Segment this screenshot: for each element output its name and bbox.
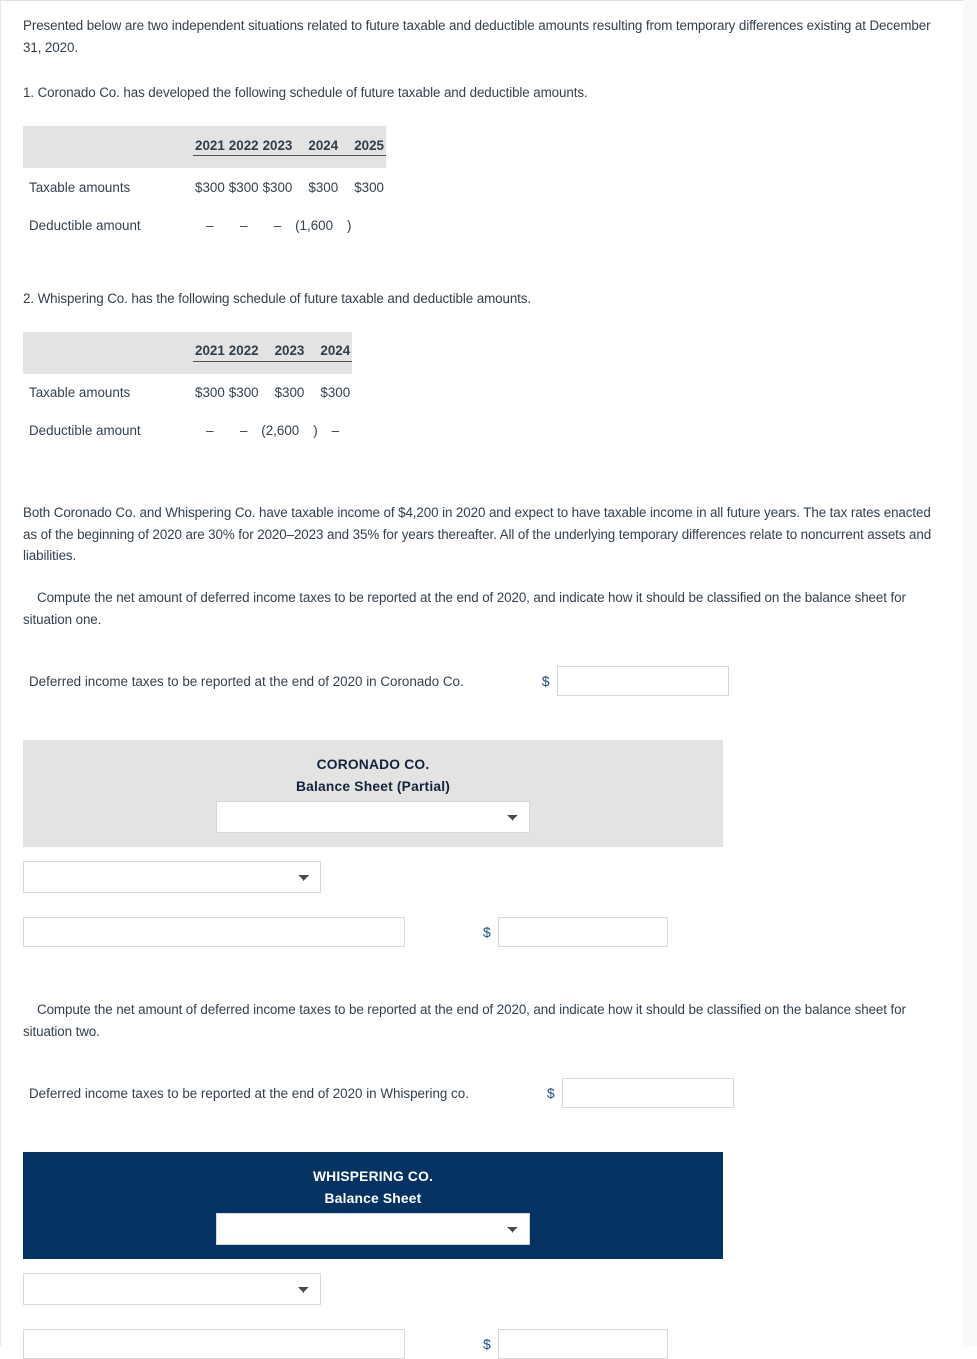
whispering-title-select[interactable]	[216, 1213, 530, 1246]
parenthetical-amount: (2,600 )	[261, 423, 319, 438]
row-label: Taxable amounts	[29, 179, 131, 195]
coronado-line-item-row: $	[23, 917, 941, 948]
whispering-line-item-amount-input[interactable]	[497, 1329, 668, 1359]
coronado-deferred-amount-input[interactable]	[556, 666, 729, 697]
header-year-2021: 2021	[193, 332, 227, 374]
cell-2022: –	[239, 423, 248, 439]
close-paren: )	[313, 423, 318, 439]
intro-paragraph: Presented below are two independent situ…	[23, 18, 931, 55]
whispering-deferred-label: Deferred income taxes to be reported at …	[29, 1085, 469, 1101]
coronado-balance-sheet-header: CORONADO CO. Balance Sheet (Partial)	[23, 740, 723, 848]
cell-2021: $300	[195, 179, 225, 195]
header-year-2021: 2021	[193, 126, 227, 168]
table-header: 2021 2022 2023 2024	[23, 331, 353, 374]
cell-2023: $300	[262, 179, 293, 195]
coronado-line-item-amount-input[interactable]	[497, 917, 668, 948]
row-label: Deductible amount	[29, 217, 141, 233]
amount-text: (1,600	[295, 217, 334, 233]
requirement-one-instruction: Compute the net amount of deferred incom…	[23, 589, 906, 627]
dollar-sign-icon: $	[483, 1336, 491, 1353]
row-label: Deductible amount	[29, 423, 141, 439]
close-paren: )	[347, 217, 352, 233]
cell-2021: –	[206, 217, 214, 233]
header-corner	[23, 126, 193, 168]
header-year-2024: 2024	[318, 332, 353, 374]
coronado-title-select-wrap	[23, 801, 723, 834]
dollar-sign-icon: $	[483, 924, 491, 941]
cell-2022: $300	[228, 385, 259, 401]
whispering-line-item-row: $	[23, 1329, 941, 1359]
whispering-schedule-table: 2021 2022 2023 2024 Taxable amounts $300…	[23, 331, 353, 450]
cell-2023: $300	[274, 385, 305, 401]
background-paragraph: Both Coronado Co. and Whispering Co. hav…	[23, 504, 932, 564]
year-label: 2021	[193, 138, 227, 157]
table-body: Taxable amounts $300 $300 $300 $300 Dedu…	[23, 374, 352, 450]
cell-2022: $300	[228, 179, 259, 195]
header-year-2025: 2025	[352, 126, 386, 168]
header-year-2022: 2022	[226, 332, 261, 374]
whispering-line-item-input[interactable]	[23, 1329, 405, 1359]
coronado-company-name: CORONADO CO.	[316, 757, 430, 773]
table-header: 2021 2022 2023 2024 2025	[23, 126, 386, 169]
coronado-deferred-entry-row: Deferred income taxes to be reported at …	[23, 666, 941, 697]
row-label: Taxable amounts	[29, 385, 131, 401]
coronado-statement-title: Balance Sheet (Partial)	[295, 778, 451, 794]
coronado-schedule-table: 2021 2022 2023 2024 2025 Taxable amounts…	[23, 126, 386, 244]
cell-2024: –	[331, 423, 340, 439]
year-label: 2024	[318, 344, 353, 363]
header-corner	[23, 332, 193, 374]
dollar-sign-icon: $	[546, 1085, 555, 1102]
table-header-row: 2021 2022 2023 2024 2025	[23, 126, 386, 169]
whispering-section-select[interactable]	[23, 1273, 321, 1306]
year-label: 2023	[260, 344, 319, 363]
parenthetical-amount: (1,600 )	[294, 218, 352, 233]
coronado-line-item-input[interactable]	[23, 917, 405, 948]
header-year-2023: 2023	[260, 332, 319, 374]
whispering-deferred-entry-row: Deferred income taxes to be reported at …	[23, 1078, 941, 1109]
cell-2023: –	[273, 217, 282, 233]
situation-two-heading: 2. Whispering Co. has the following sche…	[23, 291, 531, 307]
coronado-section-select[interactable]	[23, 861, 321, 894]
coronado-deferred-label: Deferred income taxes to be reported at …	[29, 673, 464, 689]
cell-2023: (2,600 )	[261, 412, 319, 450]
year-label: 2024	[294, 138, 353, 157]
header-year-2022: 2022	[226, 126, 261, 168]
year-label: 2022	[226, 344, 261, 363]
header-year-2024: 2024	[294, 126, 353, 168]
year-label: 2021	[193, 344, 227, 363]
cell-2024: $300	[320, 385, 351, 401]
cell-2025: $300	[354, 179, 384, 195]
table-row: Taxable amounts $300 $300 $300 $300 $300	[23, 168, 386, 206]
whispering-deferred-amount-input[interactable]	[561, 1078, 734, 1109]
cell-2021: –	[206, 423, 214, 439]
table-body: Taxable amounts $300 $300 $300 $300 $300…	[23, 168, 386, 244]
cell-2024: $300	[308, 179, 339, 195]
situation-one-heading: 1. Coronado Co. has developed the follow…	[23, 85, 588, 101]
whispering-company-name: WHISPERING CO.	[312, 1169, 434, 1185]
table-row: Deductible amount – – (2,600 ) –	[23, 412, 352, 450]
coronado-title-select[interactable]	[216, 801, 530, 834]
cell-2025	[352, 206, 386, 244]
whispering-section-select-row	[23, 1273, 941, 1306]
whispering-statement-title: Balance Sheet	[324, 1190, 422, 1206]
whispering-title-select-wrap	[23, 1213, 723, 1246]
year-label: 2025	[352, 138, 386, 157]
whispering-balance-sheet-header: WHISPERING CO. Balance Sheet	[23, 1152, 723, 1260]
coronado-section-select-row	[23, 861, 941, 894]
year-label: 2022	[226, 138, 261, 157]
requirement-two-instruction: Compute the net amount of deferred incom…	[23, 1002, 906, 1039]
cell-2022: –	[239, 217, 248, 233]
dollar-sign-icon: $	[541, 673, 550, 690]
year-label: 2023	[260, 138, 295, 157]
question-page: Presented below are two independent situ…	[0, 0, 963, 1359]
cell-2024: (1,600 )	[294, 206, 352, 244]
header-year-2023: 2023	[260, 126, 295, 168]
table-header-row: 2021 2022 2023 2024	[23, 331, 353, 374]
cell-2021: $300	[195, 385, 225, 401]
table-row: Deductible amount – – – (1,600 )	[23, 206, 386, 244]
table-row: Taxable amounts $300 $300 $300 $300	[23, 374, 352, 412]
amount-text: (2,600	[261, 423, 300, 439]
